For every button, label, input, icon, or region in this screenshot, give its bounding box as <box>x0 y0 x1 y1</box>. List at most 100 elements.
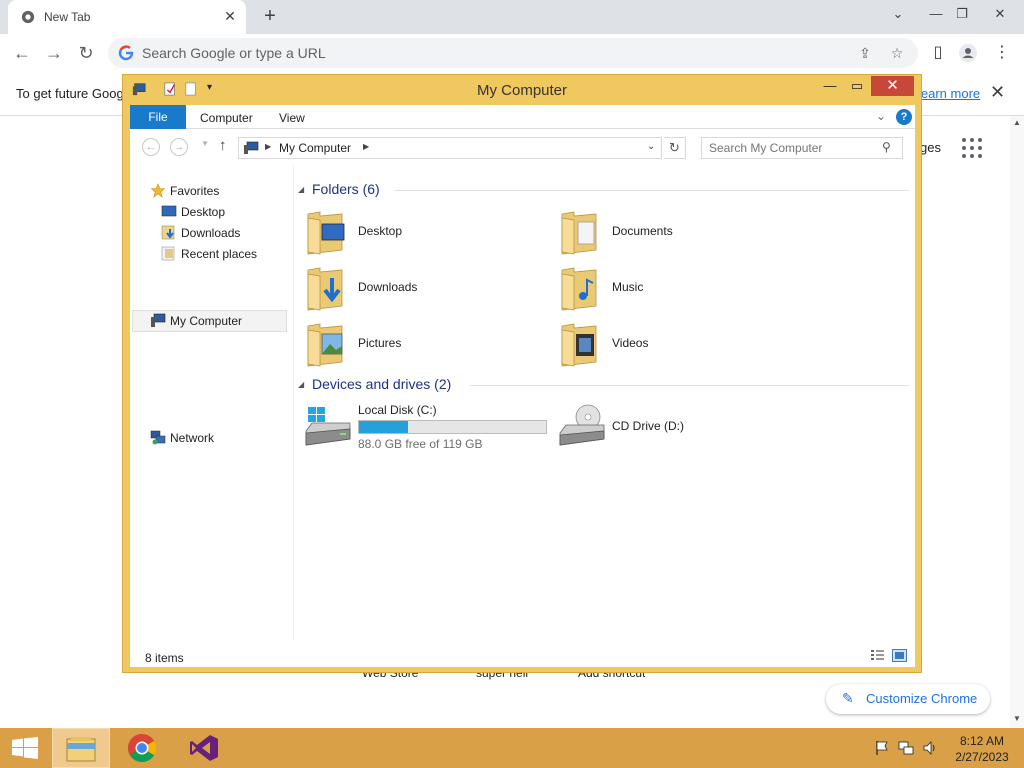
content-pane: ◢ Folders (6) Desktop Documents Download… <box>293 165 915 641</box>
new-tab-button[interactable]: + <box>260 6 280 26</box>
window-close-button[interactable]: ✕ <box>871 76 914 96</box>
restore-icon[interactable]: ❐ <box>952 4 972 24</box>
tab-new-tab[interactable]: New Tab ✕ <box>8 0 246 34</box>
forward-icon[interactable]: → <box>42 41 66 65</box>
taskbar-chrome[interactable] <box>114 728 172 768</box>
folder-documents[interactable]: Documents <box>550 208 790 260</box>
address-dropdown-icon[interactable]: ⌄ <box>647 141 655 152</box>
file-explorer-icon <box>66 737 96 762</box>
taskbar-file-explorer[interactable] <box>52 728 110 768</box>
drive-usage-bar <box>358 420 547 434</box>
back-icon[interactable]: ← <box>10 41 34 65</box>
ribbon-tab-view[interactable]: View <box>279 111 305 125</box>
scroll-down-icon[interactable]: ▼ <box>1013 714 1021 723</box>
folder-icon <box>307 323 343 367</box>
cd-drive-icon <box>559 404 605 446</box>
close-icon[interactable]: ✕ <box>990 4 1010 24</box>
flag-icon[interactable] <box>874 740 890 756</box>
apps-grid-icon[interactable] <box>962 138 982 158</box>
learn-more-link[interactable]: learn more <box>918 86 980 101</box>
folder-videos[interactable]: Videos <box>550 320 790 372</box>
customize-chrome-button[interactable]: ✎ Customize Chrome <box>826 684 990 714</box>
tab-search-icon[interactable]: ⌄ <box>888 4 908 24</box>
up-arrow-icon[interactable]: ↑ <box>219 137 227 154</box>
window-minimize-icon[interactable]: — <box>821 77 839 97</box>
large-icons-view-icon[interactable] <box>892 649 907 662</box>
network-tray-icon[interactable] <box>898 740 914 756</box>
scroll-up-icon[interactable]: ▲ <box>1013 118 1021 127</box>
share-icon[interactable]: ⇪ <box>856 44 874 62</box>
collapse-triangle-icon[interactable]: ◢ <box>298 380 304 389</box>
breadcrumb-chevron-icon[interactable]: ▶ <box>363 142 369 151</box>
star-icon <box>150 183 166 198</box>
search-field[interactable]: ⚲ <box>701 137 903 159</box>
folder-label: Documents <box>612 224 673 238</box>
refresh-icon[interactable]: ↻ <box>664 137 686 159</box>
folder-icon <box>307 211 345 255</box>
clock-time[interactable]: 8:12 AM <box>952 734 1012 748</box>
star-icon[interactable]: ☆ <box>888 44 906 62</box>
start-button[interactable] <box>0 728 50 768</box>
search-icon[interactable]: ⚲ <box>882 140 891 154</box>
nav-my-computer[interactable]: My Computer <box>132 310 287 332</box>
breadcrumb-chevron-icon[interactable]: ▶ <box>265 142 271 151</box>
ribbon-tab-file[interactable]: File <box>130 105 186 129</box>
chrome-tab-strip: New Tab ✕ + ⌄ — ❐ ✕ <box>0 0 1024 34</box>
recent-places-icon <box>161 246 175 261</box>
computer-icon <box>151 313 166 327</box>
folder-desktop[interactable]: Desktop <box>296 208 536 260</box>
explorer-titlebar[interactable]: ▾ My Computer — ▭ ✕ <box>123 75 921 105</box>
tab-close-icon[interactable]: ✕ <box>222 8 238 24</box>
infobar-close-icon[interactable]: ✕ <box>990 82 1005 103</box>
explorer-body: File Computer View ⌄ ? ← → ▼ ↑ ▶ My Comp… <box>130 105 915 667</box>
sidepanel-icon[interactable]: ▯ <box>928 43 948 63</box>
chrome-toolbar: ← → ↻ Search Google or type a URL ⇪ ☆ ▯ … <box>0 34 1024 72</box>
omnibox[interactable]: Search Google or type a URL ⇪ ☆ <box>108 38 918 68</box>
details-view-icon[interactable] <box>870 649 885 662</box>
chrome-icon <box>128 734 156 762</box>
nav-downloads-label: Downloads <box>181 226 241 240</box>
drive-name: CD Drive (D:) <box>612 419 684 433</box>
address-field[interactable]: ▶ My Computer ▶ ⌄ <box>238 137 662 159</box>
drive-cd-d[interactable]: CD Drive (D:) <box>550 403 750 457</box>
computer-icon <box>244 141 259 154</box>
network-icon <box>150 430 166 445</box>
customize-chrome-label: Customize Chrome <box>866 691 978 706</box>
folder-pictures[interactable]: Pictures <box>296 320 536 372</box>
recent-locations-icon[interactable]: ▼ <box>201 139 209 148</box>
signin-message: To get future Goog <box>16 86 124 101</box>
minimize-icon[interactable]: — <box>926 4 946 24</box>
ribbon-expand-icon[interactable]: ⌄ <box>876 109 886 123</box>
folder-music[interactable]: Music <box>550 264 790 316</box>
ribbon-tab-computer[interactable]: Computer <box>200 111 253 125</box>
images-link[interactable]: ges <box>920 140 941 155</box>
nav-favorites-label: Favorites <box>170 184 220 198</box>
window-maximize-icon[interactable]: ▭ <box>847 77 867 97</box>
clock-date[interactable]: 2/27/2023 <box>952 750 1012 764</box>
pencil-icon: ✎ <box>842 690 854 706</box>
kebab-menu-icon[interactable]: ⋮ <box>992 43 1012 63</box>
devices-header-label: Devices and drives (2) <box>312 376 452 392</box>
volume-icon[interactable] <box>922 740 938 756</box>
taskbar-visual-studio[interactable] <box>176 728 234 768</box>
profile-icon[interactable] <box>958 43 978 63</box>
drive-local-disk-c[interactable]: Local Disk (C:) 88.0 GB free of 119 GB <box>296 403 556 457</box>
nav-network-label: Network <box>170 431 215 445</box>
folders-group-header[interactable]: ◢ Folders (6) <box>298 181 909 199</box>
folder-label: Downloads <box>358 280 418 294</box>
search-input[interactable] <box>702 138 882 158</box>
forward-nav-icon[interactable]: → <box>170 138 188 156</box>
reload-icon[interactable]: ↻ <box>74 41 98 65</box>
drive-name: Local Disk (C:) <box>358 403 437 417</box>
collapse-triangle-icon[interactable]: ◢ <box>298 185 304 194</box>
explorer-window: ▾ My Computer — ▭ ✕ File Computer View ⌄… <box>122 74 922 673</box>
nav-desktop-label: Desktop <box>181 205 226 219</box>
page-scrollbar[interactable]: ▲ ▼ <box>1010 116 1024 728</box>
breadcrumb[interactable]: My Computer <box>279 141 351 155</box>
help-icon[interactable]: ? <box>896 109 912 125</box>
status-bar: 8 items <box>130 641 915 667</box>
folder-downloads[interactable]: Downloads <box>296 264 536 316</box>
back-nav-icon[interactable]: ← <box>142 138 160 156</box>
devices-group-header[interactable]: ◢ Devices and drives (2) <box>298 376 909 394</box>
folders-header-label: Folders (6) <box>312 181 380 197</box>
